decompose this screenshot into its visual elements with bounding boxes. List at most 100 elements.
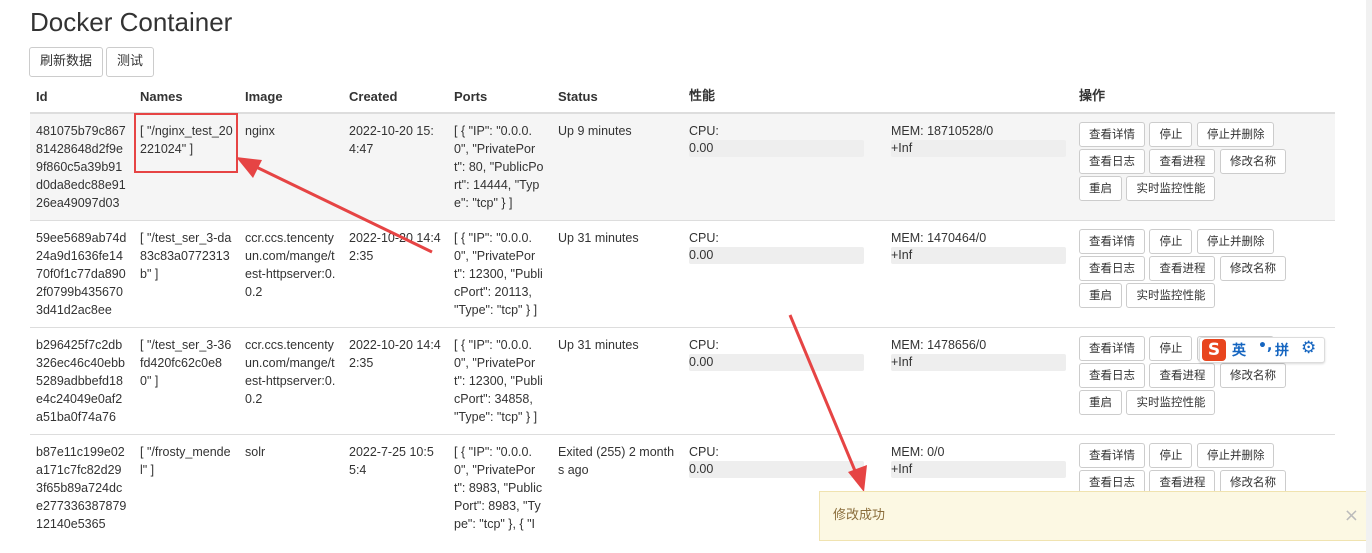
mem-label: MEM: 0/0 bbox=[891, 445, 945, 459]
stop-delete-button[interactable]: 停止并删除 bbox=[1196, 229, 1275, 254]
col-image: Image bbox=[239, 80, 343, 114]
col-ports: Ports bbox=[448, 80, 552, 114]
mem-label: MEM: 18710528/0 bbox=[891, 124, 994, 138]
logs-button[interactable]: 查看日志 bbox=[1079, 363, 1145, 388]
monitor-button[interactable]: 实时监控性能 bbox=[1126, 176, 1216, 201]
cell-id: b296425f7c2db326ec46c40ebb5289adbbefd18e… bbox=[30, 327, 134, 435]
table-row: b296425f7c2db326ec46c40ebb5289adbbefd18e… bbox=[30, 327, 1335, 435]
cell-id: 481075b79c86781428648d2f9e9f860c5a39b91d… bbox=[30, 112, 134, 221]
cell-actions: 查看详情 停止 停止并删除 查看日志 查看进程 修改名称 重启 实时监控性能 bbox=[1073, 220, 1335, 328]
page-title: Docker Container bbox=[30, 7, 233, 37]
details-button[interactable]: 查看详情 bbox=[1079, 443, 1145, 468]
cell-image: ccr.ccs.tencentyun.com/mange/test-httpse… bbox=[239, 220, 343, 328]
cell-status: Exited (255) 2 months ago bbox=[552, 434, 683, 541]
cell-status: Up 9 minutes bbox=[552, 112, 683, 221]
details-button[interactable]: 查看详情 bbox=[1079, 229, 1145, 254]
processes-button[interactable]: 查看进程 bbox=[1149, 256, 1216, 281]
cell-names: [ "/test_ser_3-da83c83a0772313b" ] bbox=[134, 220, 239, 328]
cell-mem: MEM: 18710528/0 +Inf bbox=[885, 112, 1073, 221]
container-table: Id Names Image Created Ports Status 性能 操… bbox=[30, 80, 1335, 541]
cpu-label: CPU: bbox=[689, 338, 719, 352]
cell-ports: [ { "IP": "0.0.0.0", "PrivatePort": 1230… bbox=[448, 327, 552, 435]
logs-button[interactable]: 查看日志 bbox=[1079, 149, 1145, 174]
stop-button[interactable]: 停止 bbox=[1149, 229, 1193, 254]
header-row: Id Names Image Created Ports Status 性能 操… bbox=[30, 80, 1335, 114]
col-perf: 性能 bbox=[683, 80, 885, 114]
cell-cpu: CPU: 0.00 bbox=[683, 327, 885, 435]
cell-id: 59ee5689ab74d24a9d1636fe1470f0f1c77da890… bbox=[30, 220, 134, 328]
ime-pinyin-mode[interactable]: 拼 bbox=[1275, 340, 1289, 360]
cell-created: 2022-7-25 10:55:4 bbox=[343, 434, 448, 541]
col-names: Names bbox=[134, 80, 239, 114]
processes-button[interactable]: 查看进程 bbox=[1149, 149, 1216, 174]
cell-created: 2022-10-20 15:4:47 bbox=[343, 112, 448, 221]
details-button[interactable]: 查看详情 bbox=[1079, 122, 1145, 147]
stop-button[interactable]: 停止 bbox=[1149, 336, 1193, 361]
cell-status: Up 31 minutes bbox=[552, 220, 683, 328]
restart-button[interactable]: 重启 bbox=[1079, 390, 1122, 415]
col-ops: 操作 bbox=[1073, 80, 1335, 114]
mem-value: +Inf bbox=[891, 140, 1066, 157]
cpu-value: 0.00 bbox=[689, 247, 864, 264]
processes-button[interactable]: 查看进程 bbox=[1149, 363, 1216, 388]
rename-button[interactable]: 修改名称 bbox=[1219, 363, 1286, 388]
cell-mem: MEM: 1478656/0 +Inf bbox=[885, 327, 1073, 435]
monitor-button[interactable]: 实时监控性能 bbox=[1126, 390, 1216, 415]
cell-actions: 查看详情 停止 停止并删除 查看日志 查看进程 修改名称 重启 实时监控性能 bbox=[1073, 112, 1335, 221]
cell-names-text: [ "/nginx_test_20221024" ] bbox=[140, 124, 233, 156]
cell-names: [ "/test_ser_3-36fd420fc62c0e80" ] bbox=[134, 327, 239, 435]
restart-button[interactable]: 重启 bbox=[1079, 176, 1122, 201]
col-perf-mem bbox=[885, 80, 1073, 114]
cell-created: 2022-10-20 14:42:35 bbox=[343, 327, 448, 435]
monitor-button[interactable]: 实时监控性能 bbox=[1126, 283, 1216, 308]
rename-button[interactable]: 修改名称 bbox=[1219, 256, 1286, 281]
mem-value: +Inf bbox=[891, 247, 1066, 264]
restart-button[interactable]: 重启 bbox=[1079, 283, 1122, 308]
cpu-label: CPU: bbox=[689, 231, 719, 245]
col-created: Created bbox=[343, 80, 448, 114]
cell-names: [ "/frosty_mendel" ] bbox=[134, 434, 239, 541]
cell-names: [ "/nginx_test_20221024" ] bbox=[134, 112, 239, 221]
mem-value: +Inf bbox=[891, 461, 1066, 478]
cell-image: nginx bbox=[239, 112, 343, 221]
cell-created: 2022-10-20 14:42:35 bbox=[343, 220, 448, 328]
vertical-scrollbar[interactable] bbox=[1366, 0, 1372, 553]
close-icon[interactable]: × bbox=[1344, 492, 1359, 540]
ime-logo-icon: S bbox=[1202, 339, 1226, 361]
test-button[interactable]: 测试 bbox=[106, 47, 155, 77]
cpu-label: CPU: bbox=[689, 445, 719, 459]
refresh-button[interactable]: 刷新数据 bbox=[29, 47, 104, 77]
cell-id: b87e11c199e02a171c7fc82d293f65b89a724dce… bbox=[30, 434, 134, 541]
table-row: 481075b79c86781428648d2f9e9f860c5a39b91d… bbox=[30, 112, 1335, 221]
cell-mem: MEM: 1470464/0 +Inf bbox=[885, 220, 1073, 328]
col-status: Status bbox=[552, 80, 683, 114]
ime-language-toggle[interactable]: 英 bbox=[1232, 340, 1246, 360]
mem-value: +Inf bbox=[891, 354, 1066, 371]
cell-status: Up 31 minutes bbox=[552, 327, 683, 435]
stop-button[interactable]: 停止 bbox=[1149, 122, 1193, 147]
cell-ports: [ { "IP": "0.0.0.0", "PrivatePort": 8983… bbox=[448, 434, 552, 541]
rename-button[interactable]: 修改名称 bbox=[1219, 149, 1286, 174]
stop-delete-button[interactable]: 停止并删除 bbox=[1196, 443, 1275, 468]
ime-punctuation-toggle[interactable]: •, bbox=[1258, 338, 1272, 354]
ime-toolbar[interactable]: S 英 •, 拼 ⚙ bbox=[1199, 337, 1325, 363]
cell-image: solr bbox=[239, 434, 343, 541]
cell-image: ccr.ccs.tencentyun.com/mange/test-httpse… bbox=[239, 327, 343, 435]
col-id: Id bbox=[30, 80, 134, 114]
cpu-label: CPU: bbox=[689, 124, 719, 138]
success-toast: 修改成功 × bbox=[819, 491, 1372, 541]
cpu-value: 0.00 bbox=[689, 461, 864, 478]
stop-delete-button[interactable]: 停止并删除 bbox=[1196, 122, 1275, 147]
cell-cpu: CPU: 0.00 bbox=[683, 220, 885, 328]
mem-label: MEM: 1478656/0 bbox=[891, 338, 987, 352]
cell-ports: [ { "IP": "0.0.0.0", "PrivatePort": 1230… bbox=[448, 220, 552, 328]
logs-button[interactable]: 查看日志 bbox=[1079, 256, 1145, 281]
mem-label: MEM: 1470464/0 bbox=[891, 231, 987, 245]
cell-ports: [ { "IP": "0.0.0.0", "PrivatePort": 80, … bbox=[448, 112, 552, 221]
cpu-value: 0.00 bbox=[689, 140, 864, 157]
cpu-value: 0.00 bbox=[689, 354, 864, 371]
gear-icon[interactable]: ⚙ bbox=[1301, 338, 1316, 358]
details-button[interactable]: 查看详情 bbox=[1079, 336, 1145, 361]
toast-message: 修改成功 bbox=[833, 508, 886, 523]
stop-button[interactable]: 停止 bbox=[1149, 443, 1193, 468]
